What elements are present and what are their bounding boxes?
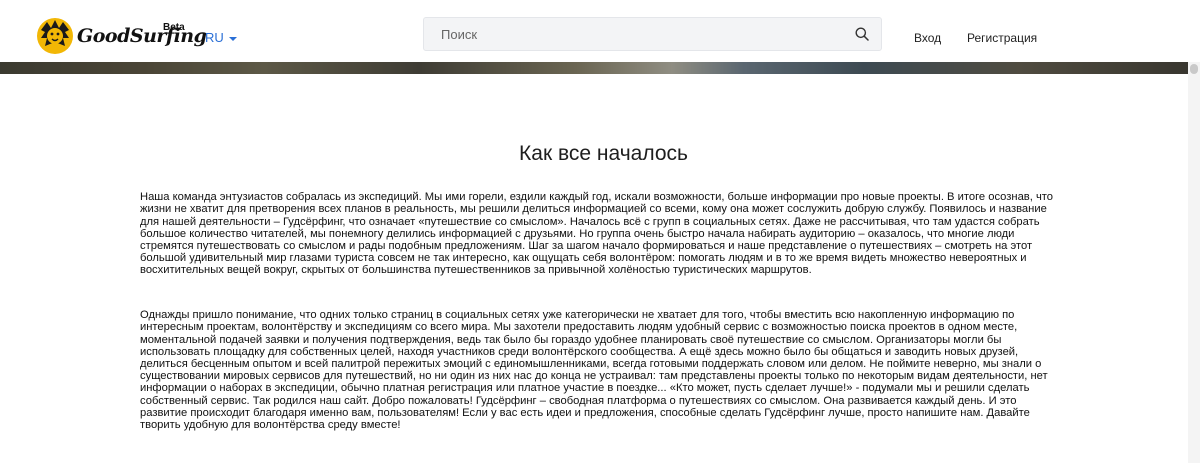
site-header: GoodSurfing Beta RU Вход Регистрация bbox=[0, 0, 1200, 62]
page-scrollbar[interactable] bbox=[1188, 62, 1200, 463]
register-link[interactable]: Регистрация bbox=[967, 31, 1037, 45]
page-title: Как все началось bbox=[519, 142, 688, 166]
site-logo[interactable]: GoodSurfing Beta bbox=[35, 16, 207, 58]
scrollbar-thumb[interactable] bbox=[1190, 64, 1198, 74]
language-selector[interactable]: RU bbox=[205, 30, 237, 45]
search-icon[interactable] bbox=[855, 27, 869, 41]
beta-badge: Beta bbox=[163, 22, 185, 33]
story-paragraph: Однажды пришло понимание, что одних толь… bbox=[140, 309, 1048, 432]
login-link[interactable]: Вход bbox=[914, 31, 941, 45]
search-input[interactable] bbox=[424, 18, 834, 50]
search-box bbox=[423, 17, 882, 51]
lion-logo-icon bbox=[37, 18, 73, 54]
story-paragraph: Наша команда энтузиастов собралась из эк… bbox=[140, 191, 1054, 277]
chevron-down-icon bbox=[228, 36, 237, 41]
language-label: RU bbox=[205, 30, 224, 45]
logo-wordmark: GoodSurfing bbox=[77, 25, 207, 47]
